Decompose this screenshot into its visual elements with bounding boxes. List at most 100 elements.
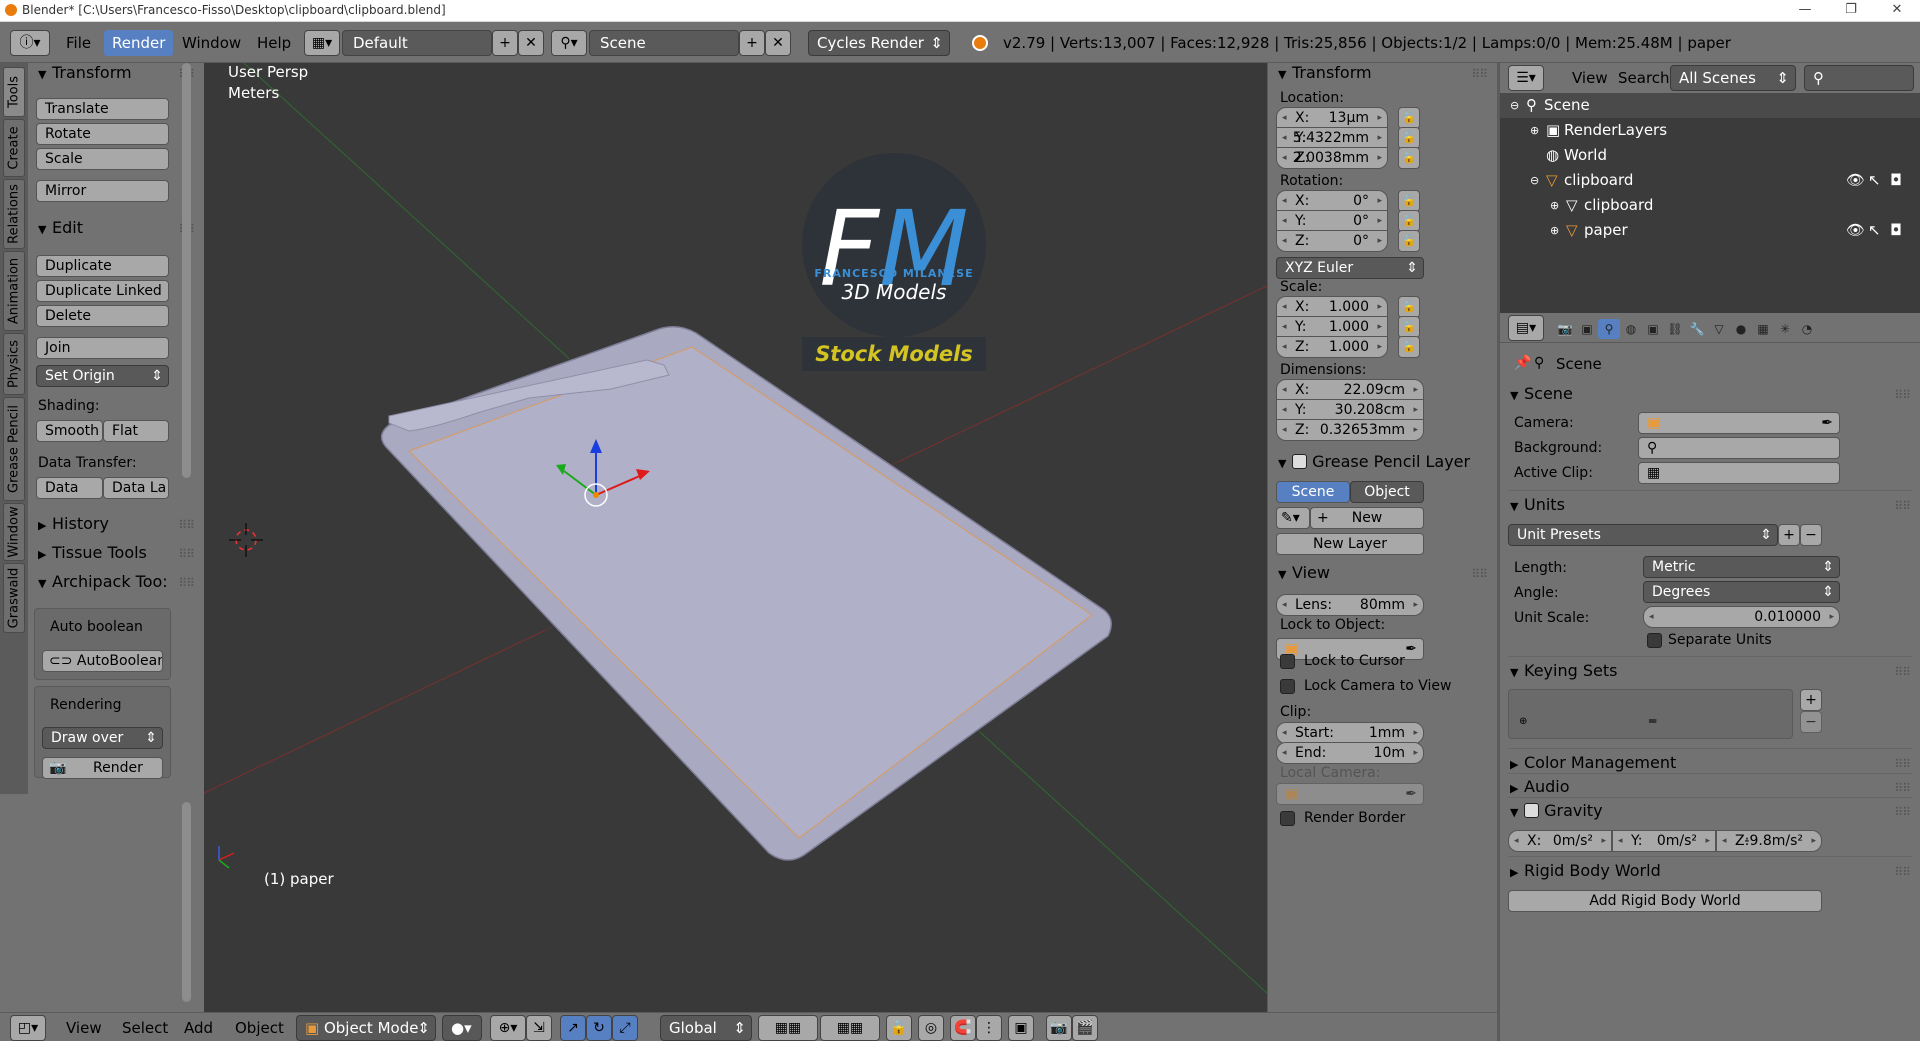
panel-grip-icon[interactable]: ⠿⠿	[1894, 805, 1911, 819]
duplicate-linked-button[interactable]: Duplicate Linked	[36, 280, 169, 302]
remove-keying-set-icon[interactable]: −	[1800, 711, 1822, 733]
physics-tab-icon[interactable]: ◔	[1796, 319, 1818, 339]
lock-camera-checkbox[interactable]	[1280, 679, 1295, 694]
lock-layers-icon[interactable]: 🔒	[886, 1015, 912, 1041]
scene-tab-icon[interactable]: ⚲	[1598, 319, 1620, 339]
pivot-select-icon[interactable]: ⊕▾	[490, 1015, 526, 1041]
opengl-anim-icon[interactable]: 🎬	[1072, 1015, 1098, 1041]
background-field[interactable]: ⚲	[1638, 437, 1840, 459]
set-origin-select[interactable]: Set Origin ⇕	[36, 365, 169, 387]
gravity-x-field[interactable]: ◂ X: 0m/s² ▸	[1508, 830, 1612, 852]
add-keying-set-icon[interactable]: +	[1800, 689, 1822, 711]
remove-preset-icon[interactable]: −	[1800, 524, 1822, 546]
rotate-button[interactable]: Rotate	[36, 123, 169, 145]
manipulator-toggle-icon[interactable]: ⇲	[526, 1015, 552, 1041]
mode-select[interactable]: ▣ Object Mode ⇕	[296, 1015, 436, 1041]
rigid-body-world-header[interactable]: ▶ Rigid Body World	[1510, 861, 1661, 880]
units-panel-header[interactable]: ▼ Units	[1510, 495, 1565, 514]
gravity-header[interactable]: ▼ Gravity	[1510, 801, 1603, 820]
panel-grip-icon[interactable]: ⠿⠿	[1894, 757, 1911, 771]
scene-name-field[interactable]: Scene	[589, 30, 739, 56]
rotation-y-field[interactable]: ◂ Y: 0° ▸	[1276, 210, 1388, 232]
outliner-search-menu[interactable]: Search	[1618, 65, 1670, 91]
lock-icon[interactable]: 🔓	[1398, 336, 1420, 358]
render-tab-icon[interactable]: 📷	[1554, 319, 1576, 339]
layout-browse-icon[interactable]: ▦▾	[304, 30, 340, 56]
scene-browse-icon[interactable]: ⚲▾	[551, 30, 587, 56]
outliner-row-scene[interactable]: ⊖ ⚲ Scene	[1500, 93, 1920, 118]
view-panel-header[interactable]: ▼ View	[1278, 563, 1330, 582]
outliner-row-paper[interactable]: ⊕ ▽ paper 👁 ↖ ◘	[1500, 218, 1920, 243]
properties-editor-icon[interactable]: ▤▾	[1508, 315, 1544, 341]
panel-grip-icon[interactable]: ⠿⠿	[178, 576, 195, 590]
lens-field[interactable]: ◂ Lens: 80mm ▸	[1276, 594, 1424, 616]
edit-panel-header[interactable]: ▼ Edit	[38, 218, 83, 237]
outliner-row-world[interactable]: ◍ World	[1500, 143, 1920, 168]
gp-scene-toggle[interactable]: Scene	[1276, 481, 1350, 503]
gp-new-button[interactable]: + New	[1310, 507, 1424, 529]
flat-button[interactable]: Flat	[103, 420, 169, 442]
length-select[interactable]: Metric ⇕	[1643, 556, 1840, 578]
select-menu[interactable]: Select	[122, 1019, 168, 1037]
grease-pencil-header[interactable]: ▼ Grease Pencil Layer	[1278, 452, 1470, 471]
autoboolean-button[interactable]: ⊂⊃ AutoBoolean	[42, 650, 163, 672]
render-button[interactable]: 📷 Render	[42, 757, 163, 779]
tab-graswald[interactable]: Graswald	[3, 563, 25, 633]
dimensions-x-field[interactable]: ◂ X: 22.09cm ▸	[1276, 379, 1424, 401]
unit-presets-select[interactable]: Unit Presets ⇕	[1508, 524, 1778, 546]
pin-icon[interactable]: 📌	[1514, 355, 1531, 371]
delete-button[interactable]: Delete	[36, 305, 169, 327]
gp-new-layer-button[interactable]: New Layer	[1276, 533, 1424, 555]
clip-end-field[interactable]: ◂ End: 10m ▸	[1276, 742, 1424, 764]
scale-x-field[interactable]: ◂ X: 1.000 ▸	[1276, 296, 1388, 318]
rotation-z-field[interactable]: ◂ Z: 0° ▸	[1276, 230, 1388, 252]
menu-help[interactable]: Help	[257, 30, 291, 56]
outliner-filter-select[interactable]: All Scenes ⇕	[1670, 65, 1796, 91]
data-tab-icon[interactable]: ▽	[1708, 319, 1730, 339]
maximize-button[interactable]: ❐	[1828, 0, 1874, 22]
keying-sets-list[interactable]: ⊕ ═	[1508, 689, 1793, 739]
gravity-checkbox[interactable]	[1524, 803, 1539, 818]
snap-target-icon[interactable]: ▣	[1008, 1015, 1034, 1041]
panel-grip-icon[interactable]: ⠿⠿	[1894, 665, 1911, 679]
panel-grip-icon[interactable]: ⠿⠿	[1471, 67, 1488, 81]
close-button[interactable]: ✕	[1874, 0, 1920, 22]
snap-toggle-icon[interactable]: 🧲	[950, 1015, 976, 1041]
color-management-header[interactable]: ▶ Color Management	[1510, 753, 1676, 772]
audio-header[interactable]: ▶ Audio	[1510, 777, 1569, 796]
draw-over-select[interactable]: Draw over ⇕	[42, 727, 163, 749]
proportional-edit-icon[interactable]: ◎	[918, 1015, 944, 1041]
gp-object-toggle[interactable]: Object	[1350, 481, 1424, 503]
remove-scene-icon[interactable]: ✕	[765, 30, 791, 56]
dimensions-z-field[interactable]: ◂ Z: 0.32653mm ▸	[1276, 419, 1424, 441]
scale-button[interactable]: Scale	[36, 148, 169, 170]
panel-grip-icon[interactable]: ⠿⠿	[1894, 865, 1911, 879]
view-menu[interactable]: View	[66, 1019, 102, 1037]
renderlayers-tab-icon[interactable]: ▣	[1576, 319, 1598, 339]
dimensions-y-field[interactable]: ◂ Y: 30.208cm ▸	[1276, 399, 1424, 421]
gp-enable-checkbox[interactable]	[1292, 454, 1307, 469]
lock-icon[interactable]: 🔓	[1398, 230, 1420, 252]
texture-tab-icon[interactable]: ▦	[1752, 319, 1774, 339]
remove-layout-icon[interactable]: ✕	[518, 30, 544, 56]
orientation-select[interactable]: Global ⇕	[660, 1015, 752, 1041]
add-rigid-body-world-button[interactable]: Add Rigid Body World	[1508, 890, 1822, 912]
location-y-field[interactable]: ◂ Y: 5.4322mm ▸	[1276, 127, 1388, 149]
smooth-button[interactable]: Smooth	[36, 420, 103, 442]
outliner-row-clipboard[interactable]: ⊖ ▽ clipboard 👁 ↖ ◘	[1500, 168, 1920, 193]
object-menu[interactable]: Object	[235, 1019, 284, 1037]
info-editor-icon[interactable]: ⓘ▾	[10, 30, 50, 56]
lock-to-cursor-checkbox[interactable]	[1280, 654, 1295, 669]
gp-pencil-icon[interactable]: ✎▾	[1276, 507, 1310, 529]
add-layout-icon[interactable]: +	[492, 30, 518, 56]
scale-y-field[interactable]: ◂ Y: 1.000 ▸	[1276, 316, 1388, 338]
lock-icon[interactable]: 🔓	[1398, 190, 1420, 212]
panel-grip-icon[interactable]: ⠿⠿	[1894, 781, 1911, 795]
data-layout-button[interactable]: Data La	[103, 477, 169, 499]
translate-manipulator-icon[interactable]: ↗	[560, 1015, 586, 1041]
scale-manipulator-icon[interactable]: ⤢	[612, 1015, 638, 1041]
rotation-x-field[interactable]: ◂ X: 0° ▸	[1276, 190, 1388, 212]
tab-create[interactable]: Create	[3, 119, 25, 177]
join-button[interactable]: Join	[36, 337, 169, 359]
panel-grip-icon[interactable]: ⠿⠿	[1894, 499, 1911, 513]
